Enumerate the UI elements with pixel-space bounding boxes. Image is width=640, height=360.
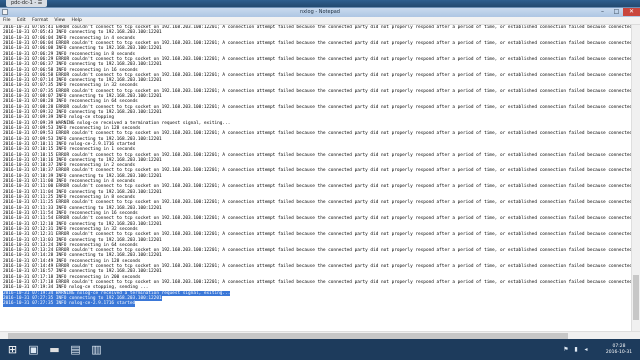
log-line-text: 2016-10-31 07:10:39 INFO connecting to 1… bbox=[3, 173, 162, 179]
log-line-text: 2016-10-31 07:05:43 INFO connecting to 1… bbox=[3, 30, 162, 36]
log-line-text: 2016-10-31 07:10:37 ERROR couldn't conne… bbox=[3, 168, 631, 174]
log-line-text: 2016-10-31 07:06:58 INFO reconnecting in… bbox=[3, 67, 138, 73]
log-line-text: 2016-10-31 07:11:00 ERROR couldn't conne… bbox=[3, 184, 631, 190]
vertical-scroll-thumb[interactable] bbox=[633, 275, 639, 320]
server-manager-icon[interactable]: ▣ bbox=[26, 342, 41, 357]
log-line-text: 2016-10-31 07:14:49 INFO reconnecting in… bbox=[3, 258, 141, 264]
log-line-text: 2016-10-31 07:06:04 INFO reconnecting in… bbox=[3, 35, 136, 41]
text-editor-area[interactable]: 2016-10-31 07:05:41 ERROR couldn't conne… bbox=[0, 25, 631, 331]
log-line-text: 2016-10-31 07:11:04 INFO connecting to 1… bbox=[3, 189, 162, 195]
log-line-text: 2016-10-31 07:27:35 INFO nxlog-ce-2.9.17… bbox=[3, 301, 136, 307]
action-center-icon[interactable]: ⚑ bbox=[562, 345, 570, 354]
menu-file[interactable]: File bbox=[3, 17, 11, 24]
title-bar[interactable]: nxlog - Notepad – □ ✕ bbox=[0, 8, 640, 17]
remote-session-tab[interactable]: pdc-dc-1 - ☰ bbox=[6, 0, 48, 7]
volume-icon[interactable]: ◂ bbox=[582, 345, 590, 354]
file-explorer-icon[interactable]: ▤ bbox=[68, 342, 83, 357]
log-line-text: 2016-10-31 07:07:35 INFO reconnecting in… bbox=[3, 83, 138, 89]
system-tray: ⚑ ▮ ◂ 07:28 2016-10-31 bbox=[560, 339, 640, 360]
log-line-text: 2016-10-31 07:08:28 ERROR couldn't conne… bbox=[3, 104, 631, 110]
log-line-text: 2016-10-31 07:11:33 INFO connecting to 1… bbox=[3, 205, 162, 211]
close-button[interactable]: ✕ bbox=[623, 8, 640, 16]
log-text: 2016-10-31 07:05:41 ERROR couldn't conne… bbox=[0, 25, 631, 307]
menu-bar: File Edit Format View Help bbox=[0, 17, 640, 25]
menu-view[interactable]: View bbox=[54, 17, 65, 24]
log-line-text: 2016-10-31 07:06:08 INFO connecting to 1… bbox=[3, 46, 162, 52]
clock-date[interactable]: 2016-10-31 bbox=[600, 350, 638, 355]
network-icon[interactable]: ▮ bbox=[572, 345, 580, 354]
log-line-text: 2016-10-31 07:17:18 INFO reconnecting in… bbox=[3, 274, 141, 280]
clock-time[interactable]: 07:28 bbox=[600, 344, 638, 349]
log-line-text: 2016-10-31 07:07:35 ERROR couldn't conne… bbox=[3, 88, 631, 94]
taskbar: ⊞ ▣ ▬ ▤ ▥ ⚑ ▮ ◂ 07:28 2016-10-31 bbox=[0, 339, 640, 360]
log-line-text: 2016-10-31 07:13:03 INFO connecting to 1… bbox=[3, 237, 162, 243]
menu-format[interactable]: Format bbox=[32, 17, 48, 24]
log-line-text: 2016-10-31 07:09:53 INFO connecting to 1… bbox=[3, 136, 162, 142]
window-title: nxlog - Notepad bbox=[300, 9, 340, 15]
log-line-text: 2016-10-31 07:09:39 INFO nxlog-ce stoppi… bbox=[3, 115, 115, 121]
log-line-text: 2016-10-31 07:10:15 ERROR couldn't conne… bbox=[3, 152, 631, 158]
log-line-text: 2016-10-31 07:09:39 WARNING nxlog-ce rec… bbox=[3, 120, 231, 126]
maximize-button[interactable]: □ bbox=[610, 8, 623, 16]
vertical-scrollbar[interactable] bbox=[631, 25, 640, 331]
log-line-text: 2016-10-31 07:16:57 INFO connecting to 1… bbox=[3, 269, 162, 275]
log-line-text: 2016-10-31 07:14:28 INFO connecting to 1… bbox=[3, 253, 162, 259]
log-line-text: 2016-10-31 07:06:37 INFO connecting to 1… bbox=[3, 62, 162, 68]
minimize-button[interactable]: – bbox=[596, 8, 609, 16]
log-line-text: 2016-10-31 07:10:15 INFO reconnecting in… bbox=[3, 147, 136, 153]
log-line-text: 2016-10-31 07:08:28 INFO reconnecting in… bbox=[3, 99, 138, 105]
menu-edit[interactable]: Edit bbox=[17, 17, 26, 24]
log-line: 2016-10-31 07:27:35 INFO nxlog-ce-2.9.17… bbox=[3, 301, 631, 307]
start-icon[interactable]: ⊞ bbox=[5, 342, 20, 357]
log-line-text: 2016-10-31 07:09:53 ERROR couldn't conne… bbox=[3, 131, 631, 137]
powershell-icon[interactable]: ▬ bbox=[47, 342, 62, 357]
log-line-text: 2016-10-31 07:12:31 ERROR couldn't conne… bbox=[3, 232, 631, 238]
notepad-window: nxlog - Notepad – □ ✕ File Edit Format V… bbox=[0, 7, 640, 340]
menu-help[interactable]: Help bbox=[72, 17, 82, 24]
log-line-text: 2016-10-31 07:11:25 ERROR couldn't conne… bbox=[3, 200, 631, 206]
notepad-taskbar-icon[interactable]: ▥ bbox=[89, 342, 104, 357]
log-line-text: 2016-10-31 07:06:29 INFO reconnecting in… bbox=[3, 51, 136, 57]
log-line-text: 2016-10-31 07:19:34 INFO nxlog-ce stoppi… bbox=[3, 285, 149, 291]
remote-session-bar: pdc-dc-1 - ☰ bbox=[0, 0, 640, 7]
log-line-text: 2016-10-31 07:12:10 INFO connecting to 1… bbox=[3, 221, 162, 227]
log-line-text: 2016-10-31 07:11:54 ERROR couldn't conne… bbox=[3, 216, 631, 222]
